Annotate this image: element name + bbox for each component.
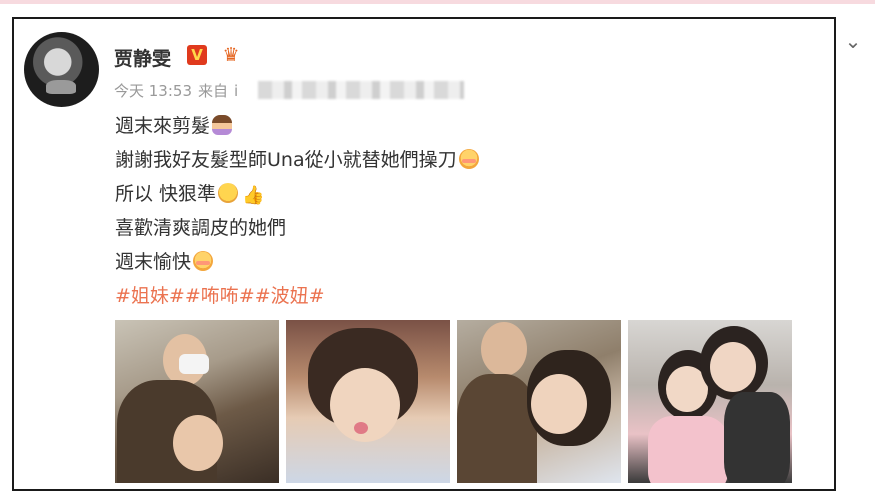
chevron-down-icon[interactable]: ⌄ xyxy=(843,31,863,51)
haircut-person-emoji-icon xyxy=(212,115,233,135)
post-content: 週末來剪髮 謝謝我好友髮型師Una從小就替她們操刀 所以 快狠準 👍 喜歡清爽調皮… xyxy=(115,109,479,313)
content-line: 喜歡清爽調皮的她們 xyxy=(115,211,479,245)
weibo-post-card: 贾静雯 V ♛ 今天 13:53 来自 i 週末來剪髮 謝謝我好友髮型師Una從小就… xyxy=(12,17,836,491)
avatar[interactable] xyxy=(24,32,99,107)
hashtag-link[interactable]: #咘咘# xyxy=(185,285,255,307)
content-text: 週末愉快 xyxy=(115,251,192,273)
content-text: 週末來剪髮 xyxy=(115,115,211,137)
thumbs-up-icon: 👍 xyxy=(242,185,265,206)
blurred-source xyxy=(258,81,464,99)
photo-thumbnail[interactable] xyxy=(457,320,621,483)
content-line: 週末來剪髮 xyxy=(115,109,479,143)
crown-icon: ♛ xyxy=(222,44,240,66)
post-time[interactable]: 今天 13:53 xyxy=(114,82,192,100)
content-line: 所以 快狠準 👍 xyxy=(115,177,479,211)
content-line: 週末愉快 xyxy=(115,245,479,279)
laughing-emoji-icon xyxy=(218,183,239,203)
smiling-hearts-emoji-icon xyxy=(193,251,214,271)
content-line: 謝謝我好友髮型師Una從小就替她們操刀 xyxy=(115,143,479,177)
hashtags: #姐妹##咘咘##波妞# xyxy=(115,279,479,313)
photo-thumbnail[interactable] xyxy=(628,320,792,483)
post-meta: 今天 13:53 来自 i xyxy=(114,80,244,101)
content-text: 喜歡清爽調皮的她們 xyxy=(115,217,287,239)
smiling-hearts-emoji-icon xyxy=(458,149,479,169)
content-text: 所以 快狠準 xyxy=(115,183,217,205)
photo-thumbnail[interactable] xyxy=(115,320,279,483)
content-text: 謝謝我好友髮型師Una從小就替她們操刀 xyxy=(115,149,457,171)
photo-thumbnail[interactable] xyxy=(286,320,450,483)
author-name[interactable]: 贾静雯 xyxy=(114,44,171,71)
source-char: i xyxy=(234,82,239,100)
source-prefix: 来自 xyxy=(198,82,229,100)
hashtag-link[interactable]: #姐妹# xyxy=(115,285,185,307)
top-band xyxy=(0,0,875,4)
hashtag-link[interactable]: #波妞# xyxy=(255,285,325,307)
verified-icon: V xyxy=(187,45,207,65)
